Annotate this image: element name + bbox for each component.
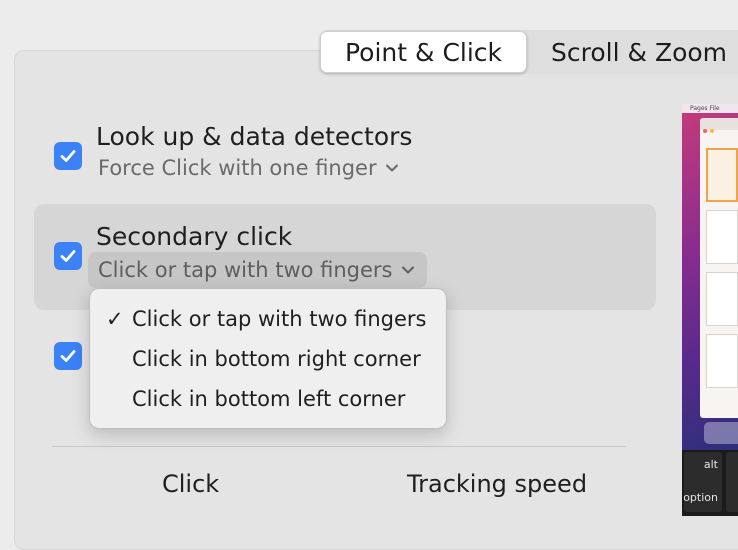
secondary-click-title: Secondary click xyxy=(96,222,293,251)
minimize-dot-icon xyxy=(710,129,714,133)
checkmark-icon xyxy=(60,150,76,162)
option-key-top-label: alt xyxy=(703,458,718,471)
tracking-speed-label: Tracking speed xyxy=(407,470,588,498)
secondary-click-checkbox[interactable] xyxy=(54,242,82,270)
tab-bar: Point & Click Scroll & Zoom xyxy=(320,30,738,74)
chevron-down-icon xyxy=(401,266,414,274)
checkmark-icon xyxy=(60,350,76,362)
chevron-down-icon xyxy=(385,164,398,172)
menu-item-label: Click or tap with two fingers xyxy=(132,307,427,331)
preview-page-thumb xyxy=(706,334,738,388)
tab-scroll-and-zoom[interactable]: Scroll & Zoom xyxy=(527,31,738,73)
checkmark-icon: ✓ xyxy=(106,307,124,331)
preview-page-thumb xyxy=(706,210,738,264)
secondary-click-popup-value: Click or tap with two fingers xyxy=(98,258,393,282)
lookup-popup-value: Force Click with one finger xyxy=(98,156,377,180)
click-label: Click xyxy=(162,470,220,498)
menu-item-bottom-right[interactable]: Click in bottom right corner xyxy=(90,339,446,379)
lookup-checkbox[interactable] xyxy=(54,142,82,170)
preview-menubar: Pages File xyxy=(682,104,738,113)
section-divider xyxy=(52,446,626,447)
menu-item-two-fingers[interactable]: ✓ Click or tap with two fingers xyxy=(90,299,446,339)
preview-window-titlebar xyxy=(700,118,738,133)
secondary-click-menu: ✓ Click or tap with two fingers Click in… xyxy=(89,288,447,429)
option-key-bottom-label: option xyxy=(683,491,718,504)
preview-video: Pages File xyxy=(682,104,738,450)
lookup-popup[interactable]: Force Click with one finger xyxy=(98,156,399,180)
checkmark-icon xyxy=(60,250,76,262)
preview-keyboard: alt option xyxy=(682,450,738,516)
lookup-title: Look up & data detectors xyxy=(96,122,413,151)
preview-window xyxy=(700,118,738,418)
tab-point-and-click[interactable]: Point & Click xyxy=(320,31,528,73)
third-option-checkbox[interactable] xyxy=(54,342,82,370)
menu-item-label: Click in bottom right corner xyxy=(132,347,421,371)
menu-item-label: Click in bottom left corner xyxy=(132,387,406,411)
preview-dock xyxy=(704,422,738,444)
menu-item-bottom-left[interactable]: Click in bottom left corner xyxy=(90,379,446,419)
secondary-click-popup[interactable]: Click or tap with two fingers xyxy=(88,252,427,288)
command-key xyxy=(726,452,738,512)
preview-page-thumb xyxy=(706,272,738,326)
preview-page-thumb xyxy=(706,148,738,202)
option-key: alt option xyxy=(683,452,722,512)
close-dot-icon xyxy=(703,129,707,133)
